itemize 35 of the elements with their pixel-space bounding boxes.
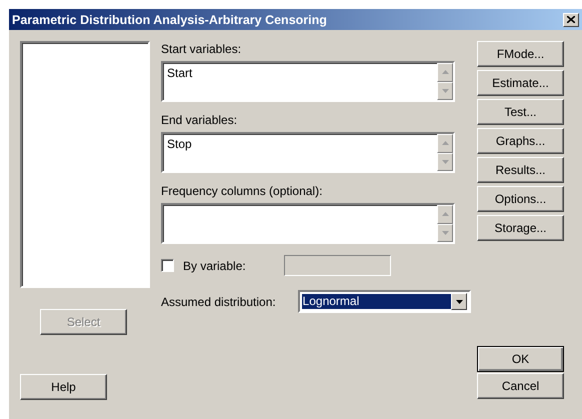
scroll-up-button[interactable]: [437, 205, 453, 224]
distribution-dropdown[interactable]: Lognormal: [298, 290, 471, 313]
scroll-down-button[interactable]: [437, 82, 453, 100]
scroll-down-button[interactable]: [437, 152, 453, 171]
variables-field[interactable]: [161, 203, 455, 244]
by-variable-checkbox[interactable]: [161, 259, 174, 272]
option-button[interactable]: Estimate...: [477, 70, 564, 96]
help-button[interactable]: Help: [20, 374, 107, 400]
dropdown-value: Lognormal: [302, 294, 451, 309]
field-label: Start variables:: [161, 41, 242, 57]
scroll-up-button[interactable]: [437, 63, 453, 82]
option-button[interactable]: Graphs...: [477, 128, 564, 154]
by-variable-label: By variable:: [183, 258, 247, 272]
field-label: Frequency columns (optional):: [161, 183, 324, 199]
field-label: End variables:: [161, 112, 238, 128]
scroll-down-button[interactable]: [437, 224, 453, 242]
field-value: Stop: [167, 137, 192, 151]
distribution-label: Assumed distribution:: [161, 294, 277, 308]
ok-button[interactable]: OK: [477, 346, 564, 372]
variables-field[interactable]: Stop: [161, 132, 455, 173]
option-button[interactable]: Results...: [477, 157, 564, 183]
window-title: Parametric Distribution Analysis-Arbitrary Censoring: [12, 12, 327, 26]
close-button[interactable]: [563, 12, 579, 26]
cancel-button[interactable]: Cancel: [477, 373, 564, 399]
dropdown-arrow-icon: [456, 300, 462, 304]
option-button[interactable]: Storage...: [477, 215, 564, 241]
by-variable-field[interactable]: [284, 255, 391, 276]
scroll-up-button[interactable]: [437, 134, 453, 152]
field-value: Start: [167, 66, 192, 80]
close-icon: [567, 16, 575, 23]
option-button[interactable]: Test...: [477, 99, 564, 125]
option-button[interactable]: FMode...: [477, 41, 564, 67]
option-button[interactable]: Options...: [477, 186, 564, 212]
variables-field[interactable]: Start: [161, 61, 455, 102]
variable-list[interactable]: [20, 41, 150, 288]
